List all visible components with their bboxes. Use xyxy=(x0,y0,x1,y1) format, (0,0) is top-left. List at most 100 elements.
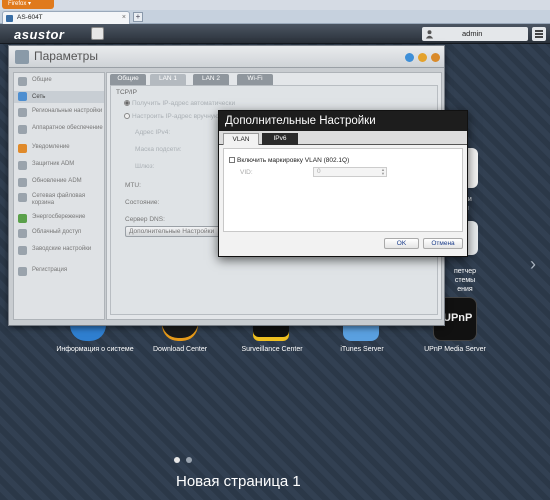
app-label-surveillance-center: Surveillance Center xyxy=(241,346,303,353)
clock-icon xyxy=(18,108,27,117)
cloud-icon xyxy=(18,229,27,238)
surveillance-center-icon[interactable] xyxy=(253,325,289,341)
tab-ipv6[interactable]: IPv6 xyxy=(262,133,298,145)
tab-wifi[interactable]: Wi-Fi xyxy=(237,74,273,85)
vlan-panel: Включить маркировку VLAN (802.1Q) VID: 0… xyxy=(223,148,463,232)
next-page-arrow-icon[interactable]: › xyxy=(530,254,536,275)
power-icon xyxy=(18,214,27,223)
registration-icon xyxy=(18,267,27,276)
settings-title: Параметры xyxy=(34,49,98,63)
page-indicator xyxy=(174,457,198,465)
sidebar-item-defender[interactable]: Защитник ADM xyxy=(14,161,104,170)
hardware-icon xyxy=(18,125,27,134)
asustor-logo: asustor xyxy=(14,27,65,42)
sidebar-item-power[interactable]: Энергосбережение xyxy=(14,214,104,223)
vid-input[interactable]: 0 ▲ ▼ xyxy=(313,167,387,177)
home-icon[interactable] xyxy=(91,27,104,40)
browser-tab-title: AS-604T xyxy=(17,14,43,21)
sidebar-item-update[interactable]: Обновление ADM xyxy=(14,178,104,187)
sidebar-item-regional[interactable]: Региональные настройки xyxy=(14,108,104,117)
sidebar-item-label: Общие xyxy=(32,77,52,83)
network-icon xyxy=(18,92,27,101)
vlan-tagging-checkbox[interactable]: Включить маркировку VLAN (802.1Q) xyxy=(229,157,349,164)
sidebar-item-label: Защитник ADM xyxy=(32,161,75,167)
sidebar-item-hardware[interactable]: Аппаратное обеспечение xyxy=(14,125,104,134)
tab-lan2[interactable]: LAN 2 xyxy=(193,74,229,85)
recycle-bin-icon xyxy=(18,193,27,202)
adm-top-bar: asustor admin xyxy=(0,24,550,44)
browser-tab[interactable]: AS-604T × xyxy=(2,11,130,24)
shield-icon xyxy=(18,161,27,170)
radio-manual-label: Настроить IP-адрес вручную xyxy=(132,113,219,120)
sidebar-item-label: Энергосбережение xyxy=(32,214,86,220)
sidebar-item-label: Регистрация xyxy=(32,267,68,273)
reset-icon xyxy=(18,246,27,255)
radio-manual-ip[interactable]: Настроить IP-адрес вручную xyxy=(124,113,219,120)
tab-close-icon[interactable]: × xyxy=(122,12,126,24)
checkbox-box[interactable] xyxy=(229,157,235,163)
app-label-upnp-media-server: UPnP Media Server xyxy=(424,346,486,353)
vlan-checkbox-label: Включить маркировку VLAN (802.1Q) xyxy=(237,157,350,164)
sidebar-item-label: Обновление ADM xyxy=(32,178,82,184)
sidebar-item-cloud[interactable]: Облачный доступ xyxy=(14,229,104,238)
section-tcpip: TCP/IP xyxy=(116,89,137,96)
sidebar-item-notification[interactable]: Уведомление xyxy=(14,144,104,153)
itunes-server-icon[interactable] xyxy=(343,325,379,341)
general-icon xyxy=(18,77,27,86)
status-label: Состояние: xyxy=(125,199,160,206)
advanced-settings-dialog: Дополнительные Настройки VLAN IPv6 Включ… xyxy=(218,110,468,257)
browser-tab-bar: AS-604T × + xyxy=(0,10,550,24)
page-name: Новая страница 1 xyxy=(176,473,301,490)
dialog-tabs: VLAN IPv6 xyxy=(219,131,467,145)
app-label-system-info: Информация о системе xyxy=(56,346,134,353)
page-dot-1[interactable] xyxy=(174,457,180,463)
page-dot-2[interactable] xyxy=(186,457,192,463)
cancel-button[interactable]: Отмена xyxy=(423,238,463,249)
ip-address-label: Адрес IPv4: xyxy=(135,129,171,136)
sidebar-item-label: Региональные настройки xyxy=(32,108,103,114)
update-icon xyxy=(18,178,27,187)
ok-button[interactable]: OK xyxy=(384,238,419,249)
sidebar-item-recycle-bin[interactable]: Сетевая файловая корзина xyxy=(14,193,104,207)
close-icon[interactable] xyxy=(431,53,440,62)
dialog-title[interactable]: Дополнительные Настройки xyxy=(219,111,467,131)
sidebar-item-label: Сеть xyxy=(32,94,46,100)
settings-sidebar: Общие Сеть Региональные настройки Аппара… xyxy=(13,72,105,320)
tab-lan1[interactable]: LAN 1 xyxy=(150,74,186,85)
sidebar-item-network[interactable]: Сеть xyxy=(14,91,104,103)
sidebar-item-factory-reset[interactable]: Заводские настройки xyxy=(14,246,104,255)
favicon-icon xyxy=(6,15,13,22)
subnet-mask-label: Маска подсети: xyxy=(135,146,182,153)
radio-manual-indicator[interactable] xyxy=(124,113,130,119)
mtu-label: MTU: xyxy=(125,182,141,189)
settings-icon xyxy=(15,50,29,64)
minimize-icon[interactable] xyxy=(418,53,427,62)
settings-title-bar[interactable]: Параметры xyxy=(9,46,444,68)
tab-vlan[interactable]: VLAN xyxy=(223,133,259,145)
notification-icon xyxy=(18,144,27,153)
user-name: admin xyxy=(462,29,483,38)
sidebar-item-label: Сетевая файловая корзина xyxy=(32,193,86,206)
sidebar-item-label: Заводские настройки xyxy=(32,246,92,252)
app-label-itunes-server: iTunes Server xyxy=(340,346,384,353)
user-menu[interactable]: admin xyxy=(422,27,528,41)
dns-label: Сервер DNS: xyxy=(125,216,165,223)
main-menu-icon[interactable] xyxy=(532,27,546,41)
tab-general[interactable]: Общие xyxy=(110,74,146,85)
radio-auto-indicator[interactable] xyxy=(124,100,130,106)
new-tab-button[interactable]: + xyxy=(133,12,143,22)
sidebar-item-label: Уведомление xyxy=(32,144,70,150)
radio-auto-ip[interactable]: Получить IP-адрес автоматически xyxy=(124,100,235,107)
system-info-icon[interactable] xyxy=(70,325,106,341)
user-icon xyxy=(425,30,434,39)
sidebar-item-general[interactable]: Общие xyxy=(14,77,104,89)
advanced-settings-button[interactable]: Дополнительные Настройки xyxy=(125,226,221,237)
firefox-menu-button[interactable]: Firefox ▾ xyxy=(2,0,54,9)
app-label-download-center: Download Center xyxy=(152,346,208,353)
download-center-icon[interactable] xyxy=(162,325,198,341)
sidebar-item-label: Облачный доступ xyxy=(32,229,82,235)
spinner-icon[interactable]: ▲ ▼ xyxy=(381,168,385,176)
help-icon[interactable] xyxy=(405,53,414,62)
sidebar-item-registration[interactable]: Регистрация xyxy=(14,267,104,276)
sidebar-item-label: Аппаратное обеспечение xyxy=(32,125,103,131)
